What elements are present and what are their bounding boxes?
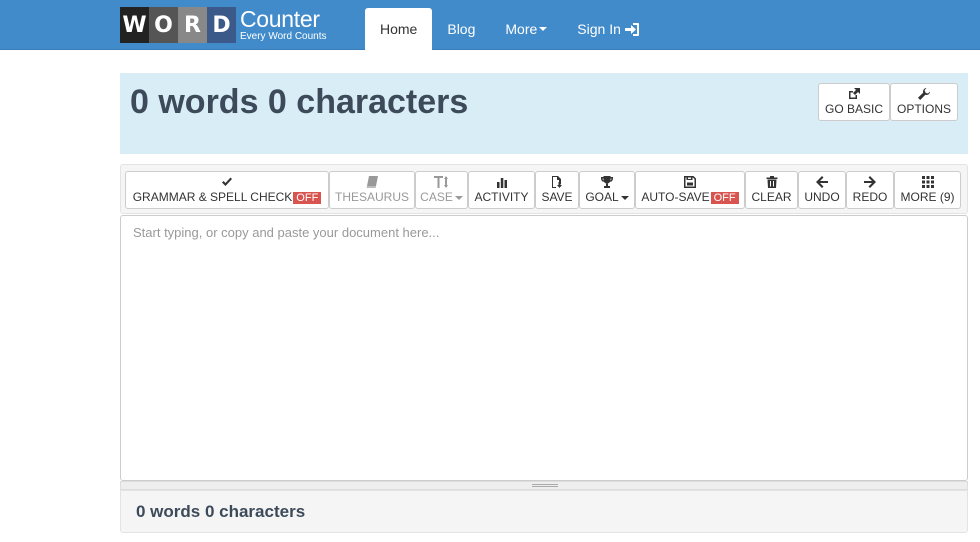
editor-resize-handle[interactable] [120, 481, 968, 490]
file-download-icon [552, 176, 562, 188]
header-panel: 0 words 0 characters GO BASIC OPTIONS [120, 73, 968, 154]
toolbar: GRAMMAR & SPELL CHECK OFF THESAURUS CASE … [120, 164, 968, 214]
main-nav: Home Blog More Sign In [365, 8, 654, 50]
activity-button[interactable]: ACTIVITY [468, 171, 535, 209]
document-textarea[interactable] [121, 216, 967, 480]
text-case-icon [433, 176, 448, 188]
logo-title: Counter [240, 6, 320, 32]
redo-button[interactable]: REDO [846, 171, 894, 209]
trash-icon [766, 176, 777, 188]
editor-area [120, 215, 968, 481]
check-icon [222, 177, 232, 186]
caret-down-icon [539, 27, 548, 31]
grammar-spell-check-button[interactable]: GRAMMAR & SPELL CHECK OFF [125, 171, 329, 209]
nav-more[interactable]: More [490, 8, 562, 50]
logo-letter-w: W [120, 7, 149, 43]
nav-home[interactable]: Home [365, 8, 433, 50]
bar-chart-icon [496, 178, 507, 188]
nav-more-label: More [505, 21, 538, 37]
clear-button[interactable]: CLEAR [745, 171, 798, 209]
wrench-icon [918, 88, 930, 100]
logo-text: Counter Every Word Counts [240, 8, 327, 42]
grammar-off-badge: OFF [293, 192, 322, 204]
auto-save-off-badge: OFF [710, 192, 739, 204]
options-button[interactable]: OPTIONS [890, 83, 958, 121]
undo-button[interactable]: UNDO [798, 171, 846, 209]
nav-sign-in[interactable]: Sign In [562, 8, 654, 50]
grip-icon [532, 484, 558, 487]
grid-icon [921, 176, 934, 188]
undo-label: UNDO [804, 190, 840, 204]
thesaurus-label: THESAURUS [334, 190, 409, 204]
sign-in-icon [624, 22, 639, 36]
word-count-heading: 0 words 0 characters [130, 83, 469, 121]
footer-panel: 0 words 0 characters [120, 490, 968, 533]
book-icon [366, 176, 378, 188]
nav-blog[interactable]: Blog [432, 8, 490, 50]
case-label: CASE [420, 190, 453, 204]
case-caret-down-icon [454, 195, 463, 200]
clear-label: CLEAR [751, 190, 792, 204]
auto-save-label-row: AUTO-SAVE OFF [641, 190, 739, 204]
auto-save-label: AUTO-SAVE [641, 190, 710, 204]
more-tools-label: MORE (9) [900, 190, 955, 204]
grammar-label: GRAMMAR & SPELL CHECK [132, 190, 293, 204]
external-link-icon [849, 88, 860, 99]
logo[interactable]: W O R D Counter Every Word Counts [120, 7, 327, 43]
options-label: OPTIONS [896, 102, 951, 116]
logo-letter-d: D [207, 7, 236, 43]
nav-sign-in-label: Sign In [577, 21, 621, 37]
save-label: SAVE [541, 190, 573, 204]
nav-home-label: Home [380, 21, 418, 37]
grammar-label-row: GRAMMAR & SPELL CHECK OFF [133, 190, 322, 204]
goal-label-row: GOAL [585, 190, 629, 204]
goal-button[interactable]: GOAL [579, 171, 635, 209]
logo-tagline: Every Word Counts [240, 31, 327, 42]
go-basic-button[interactable]: GO BASIC [818, 83, 890, 121]
trophy-icon [601, 176, 613, 188]
auto-save-button[interactable]: AUTO-SAVE OFF [635, 171, 745, 209]
goal-caret-down-icon [620, 195, 629, 200]
arrow-right-icon [864, 176, 876, 188]
case-button[interactable]: CASE [415, 171, 468, 209]
arrow-left-icon [816, 176, 828, 188]
more-tools-button[interactable]: MORE (9) [894, 171, 961, 209]
nav-blog-label: Blog [447, 21, 476, 37]
save-button[interactable]: SAVE [535, 171, 579, 209]
navbar: W O R D Counter Every Word Counts Home B… [0, 0, 980, 50]
redo-label: REDO [852, 190, 888, 204]
thesaurus-button[interactable]: THESAURUS [329, 171, 415, 209]
goal-label: GOAL [585, 190, 619, 204]
footer-word-count: 0 words 0 characters [136, 502, 306, 521]
logo-letter-r: R [178, 7, 207, 43]
go-basic-label: GO BASIC [824, 102, 883, 116]
activity-label: ACTIVITY [474, 190, 529, 204]
case-label-row: CASE [420, 190, 463, 204]
logo-letter-o: O [149, 7, 178, 43]
floppy-disk-icon [684, 176, 696, 188]
